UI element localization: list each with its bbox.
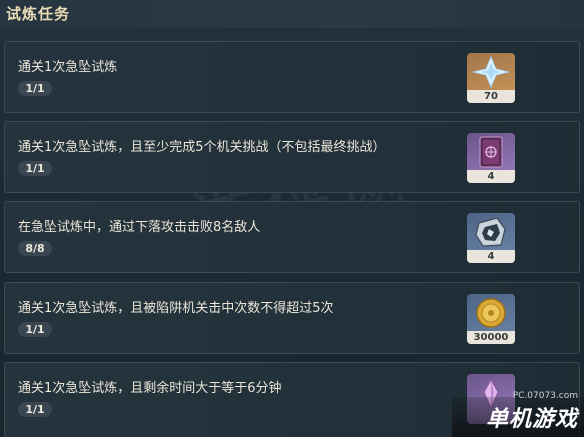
heros-wit-book-icon <box>479 136 503 168</box>
task-item[interactable]: 通关1次急坠试炼，且至少完成5个机关挑战（不包括最终挑战） 1/1 4 <box>4 121 580 193</box>
reward-item[interactable]: 4 <box>467 133 515 183</box>
reward-count: 30000 <box>467 331 515 344</box>
reward-count: 70 <box>467 90 515 103</box>
task-progress: 1/1 <box>18 161 52 176</box>
task-item[interactable]: 在急坠试炼中，通过下落攻击击败8名敌人 8/8 4 <box>4 201 580 273</box>
task-description: 在急坠试炼中，通过下落攻击击败8名敌人 <box>18 220 261 235</box>
primogem-icon <box>472 55 510 89</box>
task-progress: 1/1 <box>18 81 52 96</box>
task-progress: 1/1 <box>18 322 52 337</box>
page-title: 试炼任务 <box>6 5 71 23</box>
task-description: 通关1次急坠试炼，且至少完成5个机关挑战（不包括最终挑战） <box>18 140 386 155</box>
reward-item[interactable]: 4 <box>467 213 515 263</box>
mystic-enhancement-ore-icon <box>475 217 506 247</box>
task-item[interactable]: 通关1次急坠试炼 1/1 70 <box>4 41 580 113</box>
reward-count: 4 <box>467 170 515 183</box>
mora-coin-icon <box>476 298 506 328</box>
task-description: 通关1次急坠试炼 <box>18 60 118 75</box>
page-header: 试炼任务 <box>0 0 584 28</box>
task-progress: 8/8 <box>18 241 52 256</box>
task-item[interactable]: 通关1次急坠试炼，且被陷阱机关击中次数不得超过5次 1/1 30000 <box>4 282 580 354</box>
reward-count: 4 <box>467 250 515 263</box>
task-progress: 1/1 <box>18 402 52 417</box>
task-description: 通关1次急坠试炼，且剩余时间大于等于6分钟 <box>18 381 282 396</box>
reward-item[interactable]: 30000 <box>467 294 515 344</box>
site-url: PC.07073.com <box>512 391 578 401</box>
site-logo: 单机游戏 <box>485 407 578 432</box>
task-description: 通关1次急坠试炼，且被陷阱机关击中次数不得超过5次 <box>18 301 334 316</box>
reward-item[interactable]: 70 <box>467 53 515 103</box>
